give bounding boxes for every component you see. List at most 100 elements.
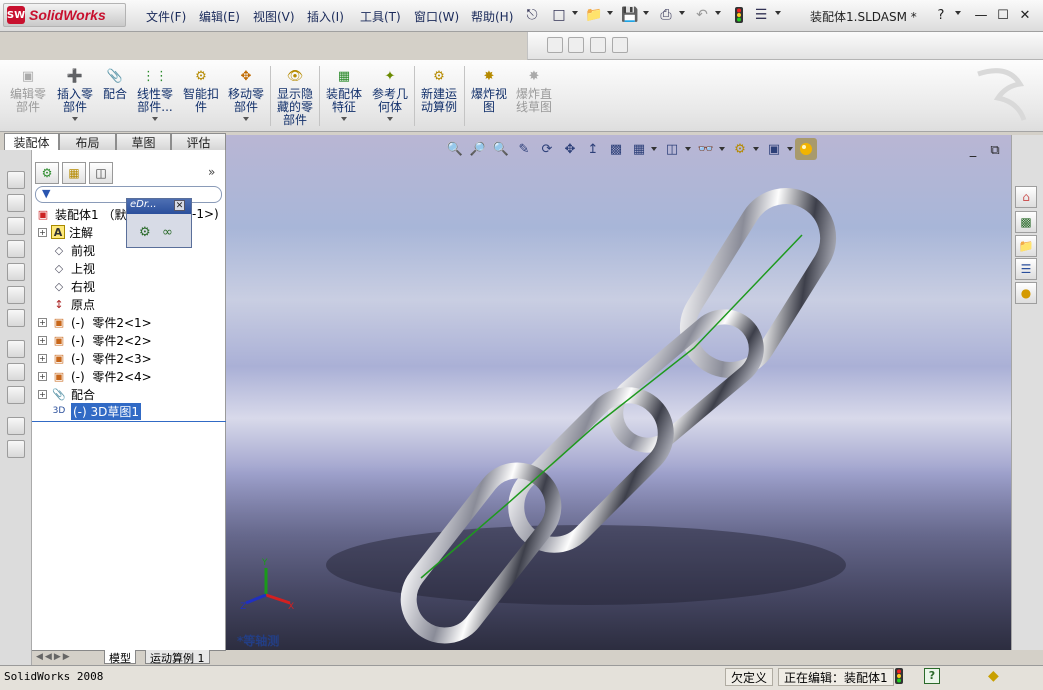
- tab-sketch[interactable]: 草图: [116, 133, 171, 150]
- tab-assembly[interactable]: 装配体: [4, 133, 59, 151]
- appearance-caret[interactable]: [753, 147, 759, 151]
- rebuild-status-icon[interactable]: [895, 668, 909, 686]
- expand-icon[interactable]: +: [38, 317, 47, 327]
- smart-fastener-button[interactable]: ⚙ 智能扣 件: [181, 66, 221, 114]
- tab-model[interactable]: 模型: [104, 650, 136, 665]
- view-orientation-caret[interactable]: [651, 147, 657, 151]
- copy-entity-icon[interactable]: [7, 417, 25, 435]
- apply-scene-icon[interactable]: ▣: [765, 140, 783, 158]
- menu-window[interactable]: 窗口(W): [414, 8, 459, 25]
- reference-geometry-button[interactable]: ✦ 参考几 何体: [370, 66, 410, 121]
- linear-pattern-button[interactable]: ⋮⋮ 线性零 部件...: [135, 66, 175, 121]
- smart-dimension-icon[interactable]: [7, 363, 25, 381]
- zoom-to-fit-icon[interactable]: 🔍: [446, 140, 464, 158]
- 3d-drawing-view-icon[interactable]: ▩: [607, 140, 625, 158]
- view-orientation-icon[interactable]: ▦: [630, 140, 648, 158]
- pan-view-icon[interactable]: ✥: [561, 140, 579, 158]
- hand-tool-icon[interactable]: [547, 37, 563, 53]
- roll-view-icon[interactable]: ↥: [584, 140, 602, 158]
- tree-item-annotations[interactable]: + A 注解: [38, 223, 93, 241]
- line-tool-icon[interactable]: [7, 340, 25, 358]
- show-hidden-button[interactable]: 👁 显示隐 藏的零 部件: [275, 66, 315, 127]
- tree-item-part-1[interactable]: + ▣ (-) 零件2<1>: [38, 313, 152, 331]
- tree-root[interactable]: ▣ 装配体1 （默: [35, 205, 127, 223]
- feature-manager-tab-icon[interactable]: ⚙: [35, 162, 59, 184]
- assembly-feature-caret[interactable]: [341, 117, 347, 121]
- options-dropdown-caret[interactable]: [775, 11, 781, 15]
- file-explorer-icon[interactable]: 📁: [1015, 235, 1037, 257]
- menu-help[interactable]: 帮助(H): [471, 8, 513, 25]
- sweep-tool-icon[interactable]: [7, 240, 25, 258]
- grid-tool-icon[interactable]: [612, 37, 628, 53]
- close-button[interactable]: ✕: [1016, 6, 1034, 24]
- tree-item-3d-sketch[interactable]: 3D (-) 3D草图1: [38, 402, 142, 420]
- menu-edit[interactable]: 编辑(E): [199, 8, 240, 25]
- hide-show-items-icon[interactable]: 👓: [697, 140, 715, 158]
- graphics-viewport[interactable]: Y Z X: [226, 135, 1011, 650]
- appearances-icon[interactable]: ●: [1015, 282, 1037, 304]
- revolve-tool-icon[interactable]: [7, 217, 25, 235]
- help-status-icon[interactable]: ?: [924, 668, 940, 684]
- viewport-minimize-button[interactable]: _: [964, 141, 982, 159]
- cut-tool-icon[interactable]: [7, 286, 25, 304]
- menu-insert[interactable]: 插入(I): [307, 8, 344, 25]
- copy-tool-icon[interactable]: [590, 37, 606, 53]
- viewport-restore-button[interactable]: ⧉: [986, 141, 1004, 159]
- tree-item-right-plane[interactable]: ◇ 右视: [38, 277, 95, 295]
- close-icon[interactable]: ✕: [174, 200, 185, 211]
- solidworks-logo[interactable]: SW SolidWorks: [3, 3, 126, 27]
- section-view-icon[interactable]: ✎: [515, 140, 533, 158]
- save-icon[interactable]: 💾: [621, 6, 639, 24]
- rotate-view-icon[interactable]: ⟳: [538, 140, 556, 158]
- exploded-view-button[interactable]: ✸ 爆炸视 图: [469, 66, 509, 114]
- tree-item-top-plane[interactable]: ◇ 上视: [38, 259, 95, 277]
- display-style-icon[interactable]: ◫: [663, 140, 681, 158]
- tab-evaluate[interactable]: 评估: [171, 133, 226, 150]
- assembly-feature-button[interactable]: ▦ 装配体 特征: [324, 66, 364, 121]
- edrawing-link-icon[interactable]: ∞: [162, 225, 173, 240]
- save-dropdown-caret[interactable]: [643, 11, 649, 15]
- minimize-button[interactable]: —: [972, 6, 990, 24]
- insert-component-button[interactable]: ➕ 插入零 部件: [55, 66, 95, 121]
- explode-line-sketch-button[interactable]: ✸ 爆炸直 线草图: [514, 66, 554, 114]
- tag-icon[interactable]: ◆: [988, 668, 999, 684]
- menu-view[interactable]: 视图(V): [253, 8, 295, 25]
- expand-icon[interactable]: +: [38, 353, 47, 363]
- mate-button[interactable]: 📎 配合: [100, 66, 130, 101]
- expand-panel-icon[interactable]: »: [208, 165, 215, 179]
- display-style-caret[interactable]: [685, 147, 691, 151]
- zoom-to-area-icon[interactable]: 🔎: [469, 140, 487, 158]
- expand-icon[interactable]: +: [38, 335, 47, 345]
- open-folder-icon[interactable]: 📁: [585, 6, 603, 24]
- tab-motion-study-1[interactable]: 运动算例 1: [145, 650, 210, 665]
- undo-dropdown-caret[interactable]: [715, 11, 721, 15]
- expand-icon[interactable]: +: [38, 389, 47, 399]
- rollback-bar[interactable]: [32, 421, 226, 422]
- view-palette-icon[interactable]: ☰: [1015, 258, 1037, 280]
- tab-layout[interactable]: 布局: [59, 133, 116, 150]
- edit-component-button[interactable]: ▣ 编辑零 部件: [8, 66, 48, 114]
- maximize-button[interactable]: ☐: [994, 6, 1012, 24]
- print-dropdown-caret[interactable]: [679, 11, 685, 15]
- rebuild-traffic-light-icon[interactable]: [730, 6, 748, 24]
- expand-icon[interactable]: +: [38, 371, 47, 381]
- hide-show-caret[interactable]: [719, 147, 725, 151]
- relation-tool-icon[interactable]: [7, 386, 25, 404]
- tree-item-mates[interactable]: + 📎 配合: [38, 385, 95, 403]
- options-icon[interactable]: ☰: [752, 6, 770, 24]
- menu-tools[interactable]: 工具(T): [360, 8, 401, 25]
- tree-item-part-3[interactable]: + ▣ (-) 零件2<3>: [38, 349, 152, 367]
- fillet-tool-icon[interactable]: [7, 309, 25, 327]
- tab-scroll-arrows-icon[interactable]: ◀◀▶▶: [36, 652, 72, 662]
- expand-icon[interactable]: +: [38, 227, 47, 237]
- reference-geometry-caret[interactable]: [387, 117, 393, 121]
- new-dropdown-caret[interactable]: [572, 11, 578, 15]
- open-dropdown-caret[interactable]: [607, 11, 613, 15]
- solidworks-resources-icon[interactable]: ⌂: [1015, 186, 1037, 208]
- extrude-tool-icon[interactable]: [7, 194, 25, 212]
- mirror-entity-icon[interactable]: [7, 440, 25, 458]
- pin-icon[interactable]: ⎋: [523, 6, 541, 24]
- flag-tool-icon[interactable]: [568, 37, 584, 53]
- new-document-icon[interactable]: □: [550, 6, 568, 24]
- publish-edrawing-icon[interactable]: ⚙: [139, 225, 151, 240]
